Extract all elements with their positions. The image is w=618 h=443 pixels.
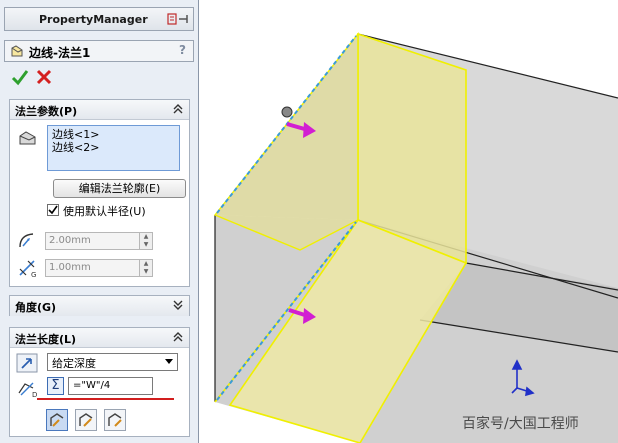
use-default-radius-label: 使用默认半径(U)	[63, 205, 146, 218]
flange-length-equation-input[interactable]: ="W"/4	[68, 377, 153, 395]
length-dimension-icon: D	[18, 382, 37, 398]
spin-up-button[interactable]: ▲	[139, 233, 152, 241]
list-item[interactable]: 边线<1>	[52, 128, 175, 141]
angle-group[interactable]: 角度(G)	[9, 295, 190, 316]
angle-header[interactable]: 角度(G)	[10, 296, 189, 316]
watermark-text: 百家号/大国工程师	[462, 416, 579, 432]
upper-flange-side	[213, 31, 359, 251]
dropdown-arrow-icon	[165, 359, 173, 364]
pin-icon[interactable]	[167, 12, 191, 26]
red-underline-annotation	[37, 398, 174, 400]
reverse-direction-icon[interactable]	[16, 353, 38, 373]
end-condition-value: 给定深度	[52, 357, 96, 370]
svg-text:D: D	[32, 391, 37, 398]
bend-outside-icon	[108, 413, 122, 427]
property-manager-panel: PropertyManager 边线-法兰1 ? 法兰参数(P) 边线<1> 边…	[0, 0, 199, 443]
edge-selection-icon	[19, 131, 36, 145]
edit-flange-profile-button[interactable]: 编辑法兰轮廓(E)	[53, 179, 186, 198]
flange-parameters-group: 法兰参数(P) 边线<1> 边线<2> 编辑法兰轮廓(E) 使用默认半径(U) …	[9, 99, 190, 287]
edge-selection-list[interactable]: 边线<1> 边线<2>	[47, 125, 180, 171]
edge-flange-icon	[11, 45, 23, 57]
equation-sigma-button[interactable]: Σ	[47, 377, 64, 395]
cancel-x-icon[interactable]	[35, 68, 53, 86]
gap-distance-input[interactable]: 1.00mm ▲ ▼	[45, 259, 153, 277]
flange-parameters-header[interactable]: 法兰参数(P)	[10, 100, 189, 120]
feature-name: 边线-法兰1	[29, 46, 91, 60]
gap-distance-icon: G	[19, 260, 36, 278]
flange-position-material-inside-button[interactable]	[46, 409, 68, 431]
spin-down-button[interactable]: ▼	[139, 268, 152, 276]
graphics-area[interactable]	[200, 0, 618, 443]
collapse-chevron-icon[interactable]	[172, 103, 184, 115]
expand-chevron-icon[interactable]	[172, 299, 184, 311]
flange-length-header[interactable]: 法兰长度(L)	[10, 328, 189, 348]
flange-length-group: 法兰长度(L) 给定深度 D Σ ="W"/4	[9, 327, 190, 437]
angle-title: 角度(G)	[15, 301, 57, 314]
spin-up-button[interactable]: ▲	[139, 260, 152, 268]
bend-radius-value: 2.00mm	[49, 235, 91, 246]
flange-position-bend-outside-button[interactable]	[104, 409, 126, 431]
svg-text:G: G	[31, 271, 36, 278]
spin-down-button[interactable]: ▼	[139, 241, 152, 249]
flange-length-title: 法兰长度(L)	[15, 333, 77, 346]
bend-radius-input[interactable]: 2.00mm ▲ ▼	[45, 232, 153, 250]
material-inside-icon	[50, 413, 64, 427]
flange-position-material-outside-button[interactable]	[75, 409, 97, 431]
collapse-chevron-icon[interactable]	[172, 331, 184, 343]
checkmark-icon	[48, 205, 58, 215]
gap-distance-value: 1.00mm	[49, 262, 91, 273]
help-button[interactable]: ?	[179, 43, 186, 57]
feature-title-bar: 边线-法兰1 ?	[4, 40, 194, 62]
property-manager-title: PropertyManager	[39, 13, 148, 26]
use-default-radius-checkbox[interactable]	[47, 204, 59, 216]
list-item[interactable]: 边线<2>	[52, 141, 175, 154]
material-outside-icon	[79, 413, 93, 427]
property-manager-header: PropertyManager	[4, 7, 194, 31]
ok-check-icon[interactable]	[11, 68, 29, 86]
end-condition-select[interactable]: 给定深度	[47, 353, 178, 371]
flange-parameters-title: 法兰参数(P)	[15, 105, 78, 118]
bend-radius-icon	[19, 233, 34, 248]
